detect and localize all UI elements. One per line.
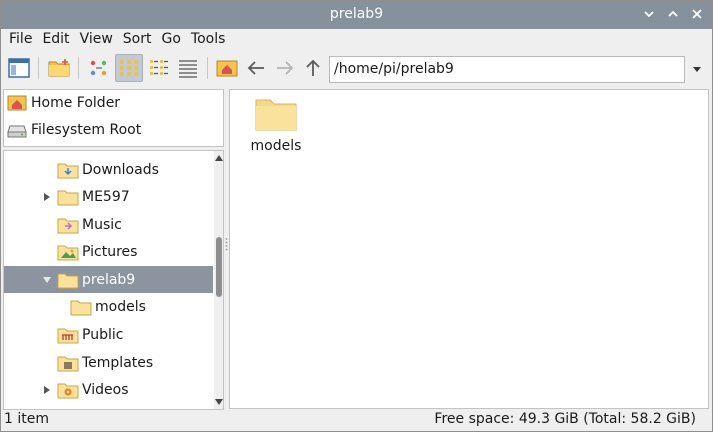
dropdown-arrow-icon (693, 66, 701, 72)
folder-music-icon (57, 218, 79, 233)
places-pane: Home Folder Filesystem Root (3, 89, 224, 147)
file-view[interactable]: models (229, 89, 709, 409)
tree-item-models[interactable]: models (4, 293, 213, 320)
home-icon (216, 60, 238, 77)
folder-videos-icon (57, 383, 79, 398)
tree-item-label: models (95, 298, 146, 315)
grip-icon (225, 238, 228, 251)
compact-view-icon (150, 60, 168, 75)
up-button[interactable] (299, 54, 327, 82)
tree-item-prelab9[interactable]: prelab9 (4, 266, 213, 293)
minimize-button[interactable] (642, 6, 656, 22)
chevron-down-icon (644, 11, 654, 18)
arrow-left-icon (247, 61, 264, 75)
menu-tools[interactable]: Tools (190, 29, 231, 51)
tree-item-label: ME597 (82, 188, 130, 205)
tree-item-downloads[interactable]: Downloads (4, 156, 213, 183)
folder-downloads-icon (57, 163, 79, 178)
tree-item-label: Pictures (82, 243, 138, 260)
tree-item-pictures[interactable]: Pictures (4, 238, 213, 265)
tree-item-label: Templates (82, 354, 154, 371)
menu-file[interactable]: File (8, 29, 37, 51)
item-count: 1 item (4, 411, 49, 427)
scroll-up-icon (215, 155, 223, 161)
place-filesystem-root[interactable]: Filesystem Root (7, 118, 141, 142)
folder-pictures-icon (57, 245, 79, 260)
new-window-button[interactable] (5, 54, 33, 82)
scroll-up-button[interactable] (215, 154, 223, 162)
title-bar[interactable]: prelab9 (1, 1, 712, 29)
menu-sort[interactable]: Sort (122, 29, 157, 51)
path-input[interactable]: /home/pi/prelab9 (329, 56, 685, 83)
chevron-down-icon (43, 276, 51, 283)
drive-icon (7, 125, 27, 138)
scrollbar-thumb[interactable] (216, 237, 222, 297)
tree-item-label: Videos (82, 381, 129, 398)
list-view-icon (179, 60, 197, 78)
menu-edit[interactable]: Edit (41, 29, 74, 51)
menu-go[interactable]: Go (161, 29, 186, 51)
pane-splitter-handle[interactable] (225, 237, 228, 251)
tree-item-label: prelab9 (82, 271, 136, 288)
tree-item-label: Public (82, 326, 124, 343)
icon-view-icon (120, 60, 138, 76)
thumbnail-view-icon (90, 60, 107, 76)
directory-tree: Downloads ME597 Music Pictures prelab9 m… (3, 150, 224, 410)
folder-icon (57, 190, 79, 205)
tree-item-label: Music (82, 216, 122, 233)
close-icon (692, 9, 702, 19)
view-list-button[interactable] (174, 54, 202, 82)
new-window-icon (8, 58, 30, 78)
view-thumbnails-button[interactable] (85, 54, 113, 82)
scroll-down-button[interactable] (215, 398, 223, 406)
chevron-right-icon (44, 192, 50, 201)
folder-public-icon (57, 328, 79, 343)
forward-button[interactable] (271, 54, 299, 82)
back-button[interactable] (242, 54, 270, 82)
new-tab-button[interactable] (45, 54, 73, 82)
toolbar: /home/pi/prelab9 (1, 51, 712, 87)
path-history-dropdown[interactable] (687, 56, 707, 83)
folder-icon (70, 300, 92, 315)
collapse-toggle[interactable] (42, 275, 52, 285)
tree-item-music[interactable]: Music (4, 211, 213, 238)
tree-item-templates[interactable]: Templates (4, 349, 213, 376)
tree-item-label: Downloads (82, 161, 159, 178)
folder-icon (57, 273, 79, 288)
arrow-right-icon (277, 61, 294, 75)
new-folder-icon (48, 59, 70, 77)
place-label: Filesystem Root (31, 122, 142, 138)
home-button[interactable] (213, 54, 241, 82)
status-bar: 1 item Free space: 49.3 GiB (Total: 58.2… (1, 409, 712, 431)
free-space: Free space: 49.3 GiB (Total: 58.2 GiB) (434, 411, 696, 427)
expand-toggle[interactable] (42, 385, 52, 395)
window-title: prelab9 (329, 6, 384, 22)
view-icons-button[interactable] (115, 54, 143, 82)
chevron-up-icon (668, 10, 678, 17)
tree-scrollbar[interactable] (214, 151, 223, 409)
maximize-button[interactable] (666, 6, 680, 22)
file-manager-window: prelab9 File Edit View Sort Go Tools /ho… (0, 0, 713, 432)
expand-toggle[interactable] (42, 192, 52, 202)
tree-item-videos[interactable]: Videos (4, 376, 213, 403)
tree-item-public[interactable]: Public (4, 321, 213, 348)
scroll-down-icon (215, 399, 223, 405)
view-compact-button[interactable] (145, 54, 173, 82)
close-button[interactable] (690, 6, 704, 22)
arrow-up-icon (306, 59, 320, 76)
file-item-models[interactable]: models (248, 96, 304, 160)
tree-item-me597[interactable]: ME597 (4, 183, 213, 210)
place-label: Home Folder (31, 95, 121, 111)
menu-bar: File Edit View Sort Go Tools (1, 29, 712, 51)
folder-templates-icon (57, 356, 79, 371)
menu-view[interactable]: View (79, 29, 118, 51)
home-icon (7, 95, 27, 111)
file-item-label: models (250, 138, 302, 154)
place-home-folder[interactable]: Home Folder (7, 91, 120, 115)
chevron-right-icon (44, 385, 50, 394)
folder-icon (255, 99, 297, 131)
